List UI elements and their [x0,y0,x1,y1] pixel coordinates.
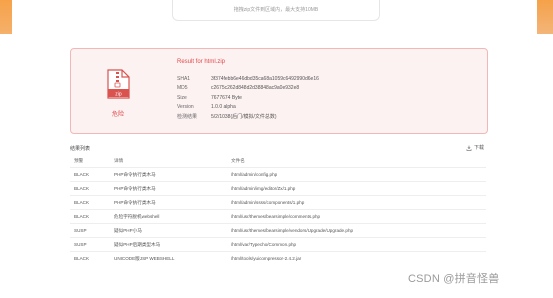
download-button[interactable]: 下载 [466,144,484,151]
download-label: 下载 [474,145,485,151]
cell-alert: BLACK [70,167,110,182]
info-value: 7677674 Byte [211,94,242,101]
info-value: 1.0.0 alpha [211,104,236,111]
info-label: MD5 [177,85,188,92]
info-row-size: Size 7677674 Byte [177,93,319,103]
cell-detail: UNICODE版JSP WEBSHELL [110,251,227,265]
zip-file-icon: zip [107,69,130,99]
table-row: SUSP 疑似PHP小马 /html/usr/themes/bearsimple… [70,223,486,238]
cell-detail: PHP命令执行类木马 [110,195,227,210]
cell-filename: /html/var/Typecho/Common.php [227,237,486,252]
cell-detail: 疑似PHP后期类型木马 [110,237,227,252]
watermark: CSDN @拼音怪兽 [408,273,500,285]
table-row: SUSP 疑似PHP后期类型木马 /html/var/Typecho/Commo… [70,237,486,252]
cell-alert: SUSP [70,237,110,252]
cell-filename: /html/admin/config.php [227,167,486,182]
info-row-md5: MD5 c2675c262d848d2d38848ac9a0e932e8 [177,84,319,94]
result-panel: zip 危险 Result for html.zip SHA1 3f374feb… [70,48,488,134]
cell-detail: PHP命令执行类木马 [110,181,227,196]
file-info-list: SHA1 3f374febb6e46dbd35ca68a1059c6492990… [177,74,319,122]
header-accent-right [537,0,553,34]
info-label: 检测结果 [177,114,198,121]
info-label: Version [177,104,194,111]
info-value: c2675c262d848d2d38848ac9a0e932e8 [211,85,300,92]
column-header-filename: 文件名 [231,158,245,163]
info-value: 3f374febb6e46dbd35ca68a1059c6492990d6e16 [211,75,319,82]
cell-filename: /html/admin/img/editor/Zx/1.php [227,181,486,196]
info-row-version: Version 1.0.0 alpha [177,103,319,113]
cell-alert: BLACK [70,209,110,224]
cell-detail: PHP命令执行类木马 [110,167,227,182]
table-row: BLACK UNICODE版JSP WEBSHELL /html/tools/y… [70,251,486,265]
cell-detail: 危险字符脱机webshell [110,209,227,224]
result-list-title: 结果列表 [70,146,91,152]
cell-alert: SUSP [70,223,110,238]
cell-filename: /html/admin/ssss/components/1.php [227,195,486,210]
upload-dropzone[interactable]: 拖拽zip文件到区域内，最大支持10MB [172,0,380,21]
result-table: 预警 详情 文件名 BLACK PHP命令执行类木马 /html/admin/c… [70,155,486,265]
download-icon [466,145,472,151]
column-header-detail: 详情 [114,158,124,163]
table-row: BLACK 危险字符脱机webshell /html/usr/themes/be… [70,209,486,224]
cell-detail: 疑似PHP小马 [110,223,227,238]
cell-alert: BLACK [70,181,110,196]
info-label: SHA1 [177,75,191,82]
cell-filename: /html/usr/themes/bearsimple/comments.php [227,209,486,224]
danger-label: 危险 [112,112,125,118]
cell-alert: BLACK [70,195,110,210]
table-row: BLACK PHP命令执行类木马 /html/admin/img/editor/… [70,181,486,196]
info-label: Size [177,94,187,101]
info-row-detection: 检测结果 5/2/1038(后门/模拟/文件总数) [177,112,319,122]
table-row: BLACK PHP命令执行类木马 /html/admin/ssss/compon… [70,195,486,210]
svg-text:zip: zip [115,91,122,97]
table-row: BLACK PHP命令执行类木马 /html/admin/config.php [70,167,486,182]
result-title: Result for html.zip [177,59,226,65]
header-accent-left [0,0,12,34]
info-value: 5/2/1038(后门/模拟/文件总数) [211,114,277,121]
cell-filename: /html/usr/themes/bearsimple/vendors/Upgr… [227,223,486,238]
column-header-alert: 预警 [74,158,84,163]
table-header-row: 预警 详情 文件名 [70,155,486,168]
info-row-sha1: SHA1 3f374febb6e46dbd35ca68a1059c6492990… [177,74,319,84]
cell-alert: BLACK [70,251,110,265]
upload-hint: 拖拽zip文件到区域内，最大支持10MB [233,7,319,13]
cell-filename: /html/tools/yuicompressor-2.4.2.jar [227,251,486,265]
